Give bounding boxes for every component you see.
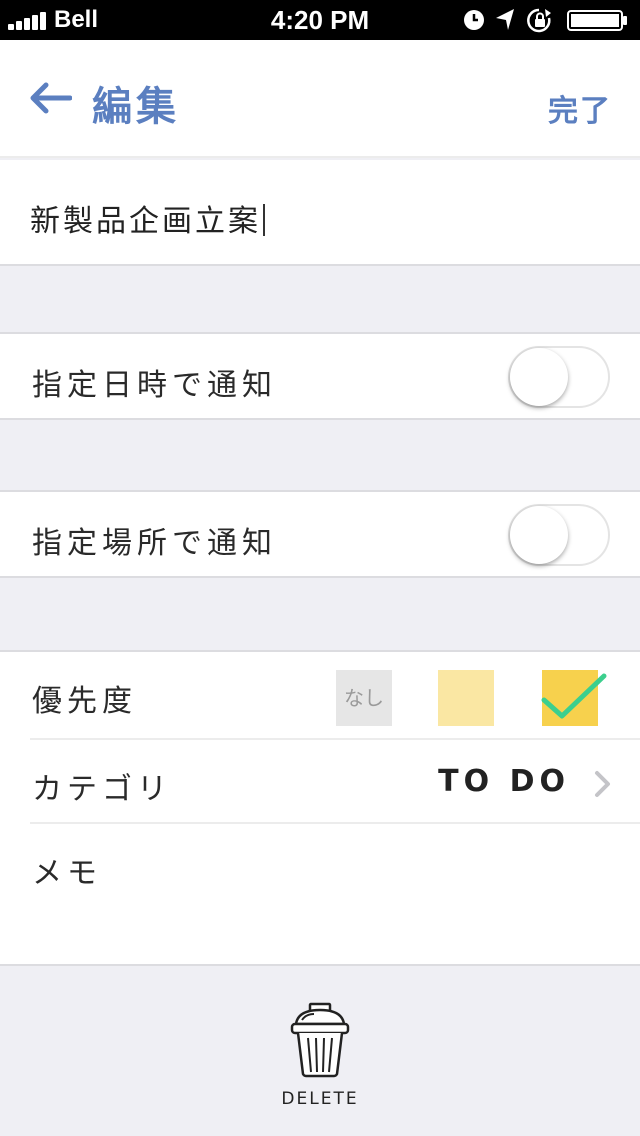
chevron-right-icon (595, 771, 610, 797)
checkmark-icon (541, 673, 607, 719)
notify-time-row: 指定日時で通知 (0, 332, 640, 420)
battery-icon (567, 10, 627, 31)
back-arrow-icon (30, 82, 73, 114)
priority-medium-option[interactable] (438, 670, 494, 726)
trash-icon (290, 1002, 350, 1078)
task-title-field[interactable]: 新製品企画立案 (0, 160, 640, 266)
notify-place-toggle[interactable] (508, 504, 610, 566)
priority-high-option[interactable] (541, 670, 607, 726)
text-cursor (263, 204, 265, 236)
delete-label: DELETE (281, 1089, 359, 1109)
details-group: 優先度 なし カテゴリ TO DO メモ (0, 650, 640, 966)
notify-time-toggle[interactable] (508, 346, 610, 408)
back-button[interactable] (28, 80, 73, 116)
memo-label: メモ (32, 856, 102, 891)
location-arrow-icon (496, 9, 514, 30)
priority-row: 優先度 なし (0, 652, 640, 738)
status-bar: Bell 4:20 PM (0, 0, 640, 40)
delete-button[interactable] (288, 1002, 352, 1078)
category-value: TO DO (438, 764, 570, 799)
rotation-lock-icon (527, 8, 551, 33)
category-label: カテゴリ (32, 772, 172, 807)
notify-place-label: 指定場所で通知 (32, 526, 277, 561)
toggle-knob (510, 348, 568, 406)
priority-label: 優先度 (32, 684, 137, 719)
navigation-bar: 編集 完了 (0, 40, 640, 158)
notify-place-row: 指定場所で通知 (0, 490, 640, 578)
priority-none-option[interactable]: なし (336, 670, 392, 726)
alarm-icon (464, 10, 484, 30)
page-title: 編集 (92, 84, 180, 130)
notify-time-label: 指定日時で通知 (32, 368, 277, 403)
done-button[interactable]: 完了 (548, 86, 612, 130)
delete-area: DELETE (0, 968, 640, 1136)
task-title-value: 新製品企画立案 (30, 204, 261, 239)
toggle-knob (510, 506, 568, 564)
memo-row[interactable]: メモ (0, 824, 640, 966)
category-row[interactable]: カテゴリ TO DO (0, 740, 640, 826)
